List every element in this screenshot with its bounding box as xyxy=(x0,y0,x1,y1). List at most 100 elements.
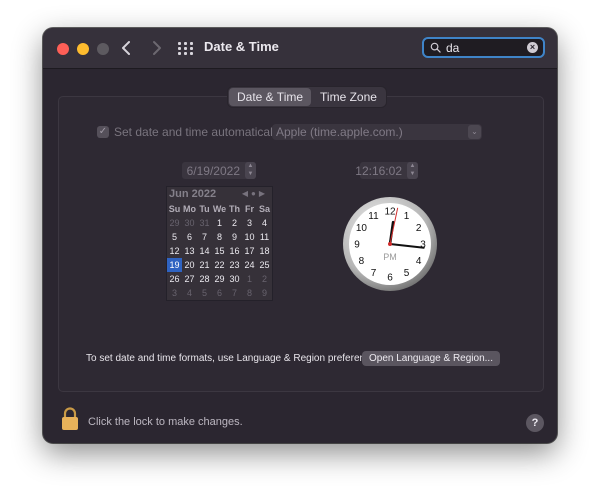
date-field[interactable]: 6/19/2022 ▲ ▼ xyxy=(182,162,256,179)
open-language-region-button[interactable]: Open Language & Region... xyxy=(362,351,500,366)
calendar-day[interactable]: 7 xyxy=(197,230,212,244)
clock-number: 5 xyxy=(404,268,410,279)
calendar-day[interactable]: 2 xyxy=(227,216,242,230)
weekday-label: Su xyxy=(168,204,181,214)
tab-date-time[interactable]: Date & Time xyxy=(229,88,312,106)
calendar-day[interactable]: 8 xyxy=(212,230,227,244)
calendar-day[interactable]: 15 xyxy=(212,244,227,258)
forward-button[interactable] xyxy=(146,38,166,58)
calendar-day[interactable]: 17 xyxy=(242,244,257,258)
lock-icon[interactable] xyxy=(61,407,79,431)
clock-number: 2 xyxy=(416,223,422,234)
calendar-day[interactable]: 4 xyxy=(182,286,197,300)
calendar-day[interactable]: 14 xyxy=(197,244,212,258)
search-icon xyxy=(430,42,441,53)
calendar-day[interactable]: 31 xyxy=(197,216,212,230)
calendar-day[interactable]: 1 xyxy=(212,216,227,230)
calendar-nav[interactable]: ◀●▶ xyxy=(242,189,268,198)
calendar-day[interactable]: 24 xyxy=(242,258,257,272)
date-stepper-icon[interactable]: ▲ ▼ xyxy=(245,162,256,179)
calendar-day[interactable]: 8 xyxy=(242,286,257,300)
calendar-day[interactable]: 10 xyxy=(242,230,257,244)
back-button[interactable] xyxy=(117,38,137,58)
calendar-day[interactable]: 27 xyxy=(182,272,197,286)
clock-number: 6 xyxy=(387,273,393,284)
calendar-day[interactable]: 9 xyxy=(257,286,272,300)
calendar-day[interactable]: 12 xyxy=(167,244,182,258)
weekday-label: Sa xyxy=(258,204,270,214)
tab-bar: Date & Time Time Zone xyxy=(228,87,386,107)
calendar-day[interactable]: 5 xyxy=(167,230,182,244)
calendar-day[interactable]: 22 xyxy=(212,258,227,272)
calendar-day[interactable]: 1 xyxy=(242,272,257,286)
analog-clock: 12 12 3 45678 9 1011 PM xyxy=(343,197,437,291)
calendar-day[interactable]: 3 xyxy=(242,216,257,230)
chevron-right-icon xyxy=(153,41,161,55)
time-server-select[interactable]: Apple (time.apple.com.) ⌄ xyxy=(272,124,482,140)
clock-center xyxy=(388,242,392,246)
calendar-day[interactable]: 29 xyxy=(212,272,227,286)
calendar-day[interactable]: 4 xyxy=(257,216,272,230)
clock-number: 12 xyxy=(384,207,396,218)
auto-date-row: ✓ Set date and time automatically: xyxy=(97,125,285,139)
preferences-window: Date & Time × Date & Time Time Zone ✓ Se… xyxy=(43,28,557,443)
weekday-label: Mo xyxy=(183,204,196,214)
content-panel xyxy=(58,96,544,392)
lock-hint-text: Click the lock to make changes. xyxy=(88,416,243,428)
calendar-day[interactable]: 11 xyxy=(257,230,272,244)
calendar-day[interactable]: 19 xyxy=(167,258,182,272)
minimize-window-button[interactable] xyxy=(77,43,89,55)
calendar-day[interactable]: 25 xyxy=(257,258,272,272)
clock-period-label: PM xyxy=(383,252,397,262)
help-button[interactable]: ? xyxy=(526,414,544,432)
calendar-day[interactable]: 21 xyxy=(197,258,212,272)
title-bar: Date & Time × xyxy=(43,28,557,69)
calendar: Jun 2022 ◀●▶ Su Mo Tu We Th Fr Sa 29 30 31 1 2 3 4 5 6 7… xyxy=(166,186,273,301)
window-title: Date & Time xyxy=(204,39,279,54)
calendar-day[interactable]: 30 xyxy=(227,272,242,286)
clear-search-icon[interactable]: × xyxy=(527,42,538,53)
auto-date-label: Set date and time automatically: xyxy=(114,125,285,139)
clock-number: 8 xyxy=(359,256,365,267)
clock-number: 1 xyxy=(404,211,410,222)
date-value: 6/19/2022 xyxy=(186,164,240,178)
calendar-day[interactable]: 13 xyxy=(182,244,197,258)
time-field[interactable]: 12:16:02 ▲ ▼ xyxy=(355,162,418,179)
calendar-month-label: Jun 2022 xyxy=(169,188,217,200)
calendar-day[interactable]: 6 xyxy=(212,286,227,300)
calendar-day[interactable]: 29 xyxy=(167,216,182,230)
calendar-day[interactable]: 5 xyxy=(197,286,212,300)
clock-number: 4 xyxy=(416,256,422,267)
weekday-label: Th xyxy=(229,204,240,214)
zoom-window-button[interactable] xyxy=(97,43,109,55)
auto-date-checkbox[interactable]: ✓ xyxy=(97,126,109,138)
clock-number: 10 xyxy=(356,223,368,234)
weekday-label: We xyxy=(212,204,227,214)
grid-icon[interactable] xyxy=(178,42,193,55)
chevron-down-icon: ⌄ xyxy=(468,125,481,139)
calendar-grid: Su Mo Tu We Th Fr Sa 29 30 31 1 2 3 4 5 6 7 8 9 10 11 12 13 14 1… xyxy=(167,202,272,300)
close-window-button[interactable] xyxy=(57,43,69,55)
calendar-day[interactable]: 26 xyxy=(167,272,182,286)
calendar-day[interactable]: 16 xyxy=(227,244,242,258)
chevron-left-icon xyxy=(122,41,130,55)
search-input[interactable] xyxy=(446,40,526,56)
calendar-day[interactable]: 30 xyxy=(182,216,197,230)
time-server-value: Apple (time.apple.com.) xyxy=(276,125,403,139)
search-field[interactable]: × xyxy=(422,37,545,58)
calendar-day[interactable]: 9 xyxy=(227,230,242,244)
calendar-day[interactable]: 23 xyxy=(227,258,242,272)
calendar-day[interactable]: 20 xyxy=(182,258,197,272)
calendar-day[interactable]: 3 xyxy=(167,286,182,300)
clock-number: 7 xyxy=(371,268,377,279)
clock-number: 3 xyxy=(420,240,426,251)
clock-number: 9 xyxy=(354,240,360,251)
calendar-day[interactable]: 6 xyxy=(182,230,197,244)
calendar-day[interactable]: 7 xyxy=(227,286,242,300)
tab-time-zone[interactable]: Time Zone xyxy=(312,88,385,106)
calendar-day[interactable]: 28 xyxy=(197,272,212,286)
clock-number: 11 xyxy=(368,211,379,222)
time-stepper-icon[interactable]: ▲ ▼ xyxy=(407,162,418,179)
calendar-day[interactable]: 2 xyxy=(257,272,272,286)
calendar-day[interactable]: 18 xyxy=(257,244,272,258)
